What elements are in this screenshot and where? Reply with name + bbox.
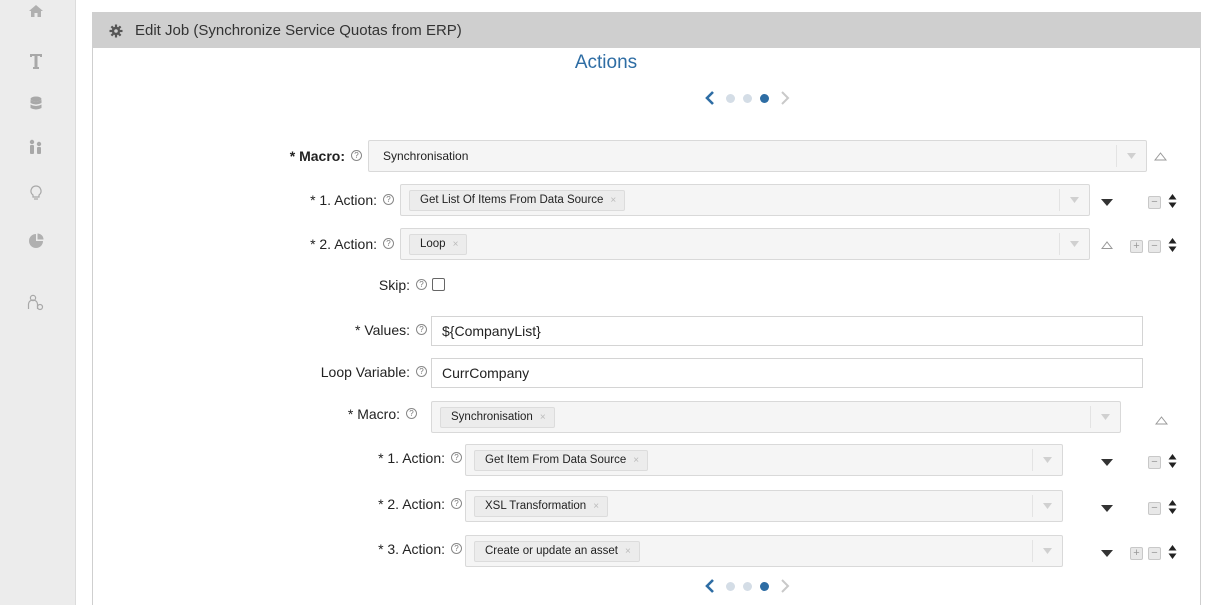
loop-variable-label: Loop Variable:? [321,364,427,380]
users-icon[interactable] [23,134,49,160]
chevron-down-icon[interactable] [1116,145,1146,167]
action-chip: Get List Of Items From Data Source × [409,190,626,211]
next-page-button[interactable] [777,89,793,107]
chart-icon[interactable] [23,228,49,254]
remove-icon[interactable]: × [453,239,459,250]
sort-icon[interactable] [1166,543,1178,561]
skip-checkbox[interactable] [432,278,445,291]
remove-icon[interactable]: × [540,412,546,423]
expand-icon[interactable] [1100,546,1114,560]
bottom-pager [687,576,807,596]
help-icon[interactable]: ? [406,408,417,419]
sort-icon[interactable] [1166,236,1178,254]
expand-icon[interactable] [1100,455,1114,469]
page-dot-3[interactable] [759,93,769,103]
macro-select[interactable]: Synchronisation [368,140,1147,172]
chevron-down-icon[interactable] [1059,233,1089,255]
help-icon[interactable]: ? [416,366,427,377]
inner-action1-select[interactable]: Get Item From Data Source × [465,444,1063,476]
chevron-down-icon[interactable] [1090,406,1120,428]
action2-select[interactable]: Loop × [400,228,1090,260]
remove-action-button[interactable]: − [1148,456,1161,469]
skip-label: Skip:? [379,277,427,293]
lightbulb-icon[interactable] [23,180,49,206]
inner-action2-select[interactable]: XSL Transformation × [465,490,1063,522]
help-icon[interactable]: ? [451,543,462,554]
remove-action-button[interactable]: − [1148,502,1161,515]
user-settings-icon[interactable] [23,290,49,316]
help-icon[interactable]: ? [451,452,462,463]
help-icon[interactable]: ? [451,498,462,509]
page-dot-2[interactable] [742,581,752,591]
loop-variable-input[interactable]: CurrCompany [431,358,1143,388]
home-icon[interactable] [23,0,49,24]
help-icon[interactable]: ? [351,150,362,161]
chevron-down-icon[interactable] [1059,189,1089,211]
collapse-icon[interactable] [1100,238,1114,252]
inner-macro-select[interactable]: Synchronisation × [431,401,1121,433]
gear-icon [109,24,123,38]
next-page-button[interactable] [777,577,793,595]
action-chip: Get Item From Data Source × [474,450,649,471]
panel-header: Edit Job (Synchronize Service Quotas fro… [93,13,1200,48]
remove-icon[interactable]: × [633,455,639,466]
macro-chip: Synchronisation × [440,407,555,428]
action-chip: Create or update an asset × [474,541,640,562]
add-action-button[interactable]: + [1130,547,1143,560]
inner-macro-label: * Macro:? [348,406,417,422]
action-chip: Loop × [409,234,468,255]
collapse-icon[interactable] [1153,413,1169,427]
action-chip: XSL Transformation × [474,496,609,517]
action1-label: * 1. Action:? [310,192,394,208]
macro-label: * Macro:? [290,148,362,164]
sidebar [0,0,76,605]
inner-action3-label: * 3. Action:? [378,541,462,557]
values-label: * Values:? [355,322,427,338]
remove-action-button[interactable]: − [1148,547,1161,560]
page-dot-2[interactable] [742,93,752,103]
remove-action-button[interactable]: − [1148,240,1161,253]
chevron-down-icon[interactable] [1032,449,1062,471]
macro-value: Synchronisation [383,149,469,163]
help-icon[interactable]: ? [416,324,427,335]
remove-action-button[interactable]: − [1148,196,1161,209]
page-dot-3[interactable] [759,581,769,591]
inner-action1-label: * 1. Action:? [378,450,462,466]
remove-icon[interactable]: × [625,546,631,557]
page-dot-1[interactable] [725,93,735,103]
inner-action2-label: * 2. Action:? [378,496,462,512]
help-icon[interactable]: ? [383,238,394,249]
values-input[interactable]: ${CompanyList} [431,316,1143,346]
dialog-title: Edit Job (Synchronize Service Quotas fro… [135,22,462,39]
chevron-down-icon[interactable] [1032,540,1062,562]
expand-icon[interactable] [1100,195,1114,209]
sort-icon[interactable] [1166,452,1178,470]
add-action-button[interactable]: + [1130,240,1143,253]
previous-page-button[interactable] [702,577,718,595]
sort-icon[interactable] [1166,192,1178,210]
expand-icon[interactable] [1100,501,1114,515]
section-title: Actions [574,52,638,73]
inner-action3-select[interactable]: Create or update an asset × [465,535,1063,567]
collapse-icon[interactable] [1152,148,1168,164]
previous-page-button[interactable] [702,89,718,107]
page-dot-1[interactable] [725,581,735,591]
action2-label: * 2. Action:? [310,236,394,252]
help-icon[interactable]: ? [416,279,427,290]
sort-icon[interactable] [1166,498,1178,516]
remove-icon[interactable]: × [610,195,616,206]
database-icon[interactable] [23,90,49,116]
chevron-down-icon[interactable] [1032,495,1062,517]
top-pager [687,88,807,108]
action1-select[interactable]: Get List Of Items From Data Source × [400,184,1090,216]
remove-icon[interactable]: × [593,501,599,512]
help-icon[interactable]: ? [383,194,394,205]
